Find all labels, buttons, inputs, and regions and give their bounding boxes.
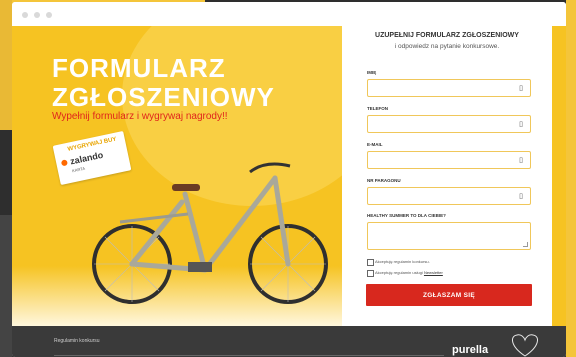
rules-link[interactable]: Regulamin konkursu bbox=[54, 338, 100, 344]
right-accent-strip bbox=[552, 26, 566, 326]
chain-guard bbox=[188, 262, 212, 272]
fork bbox=[272, 175, 291, 267]
window-dot bbox=[34, 12, 40, 18]
window-dot bbox=[46, 12, 52, 18]
hero-headline: FORMULARZ ZGŁOSZENIOWY bbox=[52, 54, 275, 112]
question-textarea[interactable] bbox=[367, 222, 531, 250]
bg-tile bbox=[0, 215, 12, 357]
submit-button[interactable]: ZGŁASZAM SIĘ bbox=[366, 284, 532, 306]
phone-label: TELEFON bbox=[367, 106, 388, 111]
id-card-icon: ▯ bbox=[519, 193, 523, 200]
purella-logo: purella bbox=[452, 344, 489, 356]
id-card-icon: ▯ bbox=[519, 85, 523, 92]
receipt-number-label: NR PARAGONU bbox=[367, 178, 401, 183]
first-name-field[interactable]: ▯ bbox=[367, 79, 531, 97]
id-card-icon: ▯ bbox=[519, 121, 523, 128]
consent-newsletter-text: Akceptuję regulamin usługi bbox=[375, 270, 423, 275]
title-bar bbox=[12, 2, 566, 26]
consent-rules-label: Akceptuję regulamin konkursu. bbox=[375, 259, 430, 264]
bicycle-image bbox=[92, 162, 328, 304]
email-label: E-MAIL bbox=[367, 142, 383, 147]
hero-subtitle: Wypełnij formularz i wygrywaj nagrody!! bbox=[52, 111, 228, 122]
footer: Regulamin konkursu purella bbox=[12, 326, 566, 357]
heart-icon bbox=[512, 334, 538, 357]
bike-frame-down bbox=[202, 175, 278, 273]
email-field[interactable]: ▯ bbox=[367, 151, 531, 169]
headline-line-2: ZGŁOSZENIOWY bbox=[52, 82, 275, 112]
entry-form: UZUPEŁNIJ FORMULARZ ZGŁOSZENIOWY i odpow… bbox=[342, 26, 552, 326]
rear-rack bbox=[119, 212, 189, 224]
browser-window: FORMULARZ ZGŁOSZENIOWY Wypełnij formular… bbox=[12, 2, 566, 357]
window-dot bbox=[22, 12, 28, 18]
id-card-icon: ▯ bbox=[519, 157, 523, 164]
phone-field[interactable]: ▯ bbox=[367, 115, 531, 133]
form-subheading: i odpowiedz na pytanie konkursowe. bbox=[394, 43, 500, 50]
first-name-label: IMIĘ bbox=[367, 70, 377, 75]
voucher-small-text: KARTA bbox=[71, 165, 86, 174]
form-heading: UZUPEŁNIJ FORMULARZ ZGŁOSZENIOWY bbox=[375, 32, 519, 39]
saddle bbox=[172, 184, 200, 191]
footer-divider bbox=[54, 355, 444, 356]
headline-line-1: FORMULARZ bbox=[52, 53, 226, 83]
consent-rules-checkbox[interactable] bbox=[367, 259, 374, 266]
newsletter-link[interactable]: Newsletter bbox=[424, 270, 443, 275]
handlebar bbox=[249, 162, 291, 174]
bike-frame-seat bbox=[182, 191, 208, 273]
resize-grip-icon[interactable] bbox=[523, 242, 528, 247]
question-label: HEALTHY SUMMER TO DLA CIEBIE? bbox=[367, 213, 446, 218]
receipt-number-field[interactable]: ▯ bbox=[367, 187, 531, 205]
consent-newsletter-checkbox[interactable] bbox=[367, 270, 374, 277]
consent-newsletter-label: Akceptuję regulamin usługi Newsletter bbox=[375, 270, 443, 275]
hero-banner: FORMULARZ ZGŁOSZENIOWY Wypełnij formular… bbox=[12, 26, 342, 326]
bg-tile bbox=[0, 0, 12, 130]
bg-tile bbox=[566, 0, 576, 357]
